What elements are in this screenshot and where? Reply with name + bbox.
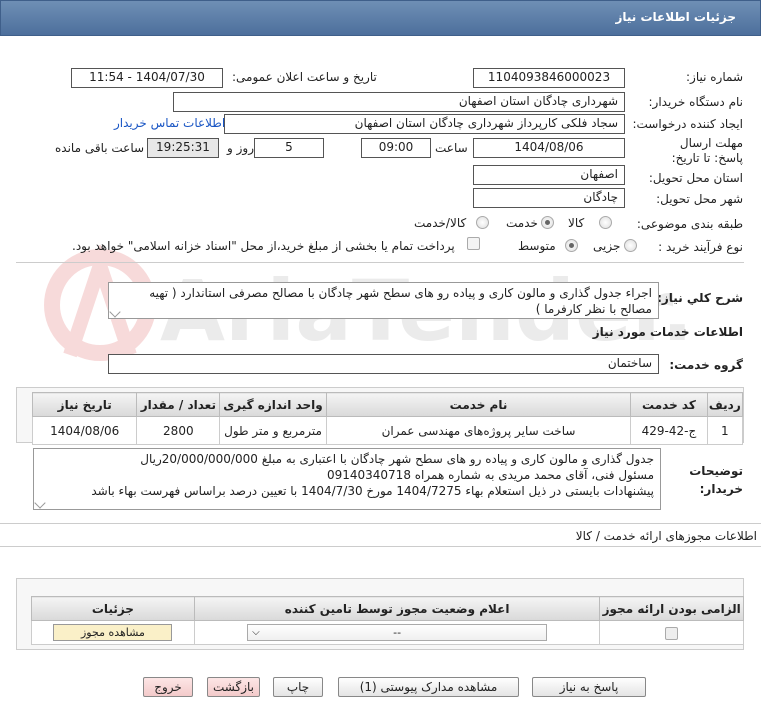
deadline-date-field: 1404/08/06: [473, 138, 625, 158]
page-title: جزئیات اطلاعات نیاز: [615, 10, 736, 24]
cell-permit-details: مشاهده مجوز: [31, 620, 195, 645]
col-permit-required: الزامی بودن ارائه مجوز: [599, 596, 744, 621]
remaining-label: ساعت باقی مانده: [55, 141, 145, 155]
cell-service-name: ساخت سایر پروژه‌های مهندسی عمران: [325, 416, 632, 445]
days-label: روز و: [227, 141, 254, 155]
announce-label: تاریخ و ساعت اعلان عمومی:: [232, 70, 377, 84]
category-radio-goods[interactable]: [599, 215, 612, 229]
buyer-notes-line-3: پیشنهادات بایستی در ذیل استعلام بهاء 140…: [91, 484, 654, 498]
col-service-name: نام خدمت: [325, 392, 632, 417]
remaining-time-field: 19:25:31: [147, 138, 219, 158]
col-permit-details: جزئیات: [31, 596, 195, 621]
divider: [16, 262, 744, 263]
chevron-down-icon: ⌵: [252, 627, 260, 638]
category-goods-label: کالا: [568, 216, 585, 230]
col-unit: واحد اندازه گیری: [219, 392, 327, 417]
cell-permit-status: -- ⌵: [193, 620, 601, 645]
requester-label: ایجاد کننده درخواست:: [632, 117, 743, 131]
requester-field: سجاد فلکی کارپرداز شهرداری چادگان استان …: [224, 114, 625, 134]
permit-status-value: --: [393, 626, 402, 639]
need-number-label: شماره نیاز:: [686, 70, 743, 84]
category-radio-service[interactable]: [541, 215, 554, 229]
col-permit-status: اعلام وضعیت مجوز توسط تامین کننده: [193, 596, 601, 621]
table-row: -- ⌵ مشاهده مجوز: [31, 620, 744, 645]
buyer-notes-label: توضیحات خریدار:: [689, 464, 743, 496]
description-text: اجراء جدول گذاری و مالون کاری و پیاده رو…: [149, 286, 652, 316]
category-service-label: خدمت: [506, 216, 538, 230]
contact-buyer-link[interactable]: اطلاعات تماس خریدار: [114, 116, 225, 130]
category-radio-goods-service[interactable]: [476, 215, 489, 229]
cell-quantity: 2800: [136, 416, 221, 445]
permit-required-checkbox: [665, 626, 679, 640]
province-field: اصفهان: [473, 165, 625, 185]
print-button[interactable]: چاپ: [273, 677, 323, 697]
city-field: چادگان: [473, 188, 625, 208]
deadline-time-label: ساعت: [435, 141, 468, 155]
services-table: ردیف کد خدمت نام خدمت واحد اندازه گیری ت…: [31, 392, 744, 445]
buyer-notes-line-2: مسئول فنی، آقای محمد مریدی به شماره همرا…: [326, 468, 654, 482]
back-button[interactable]: بازگشت: [207, 677, 260, 697]
table-row: 1 ج-42-429 ساخت سایر پروژه‌های مهندسی عم…: [31, 416, 744, 445]
treasury-payment-note: پرداخت تمام یا بخشی از مبلغ خرید،از محل …: [72, 239, 455, 253]
buyer-org-field: شهرداری چادگان استان اصفهان: [173, 92, 625, 112]
view-permit-button[interactable]: مشاهده مجوز: [53, 624, 173, 641]
need-number-field: 1104093846000023: [473, 68, 625, 88]
cell-service-code: ج-42-429: [630, 416, 708, 445]
process-medium-label: متوسط: [518, 239, 556, 253]
treasury-payment-checkbox[interactable]: [467, 237, 480, 253]
category-goods-service-label: کالا/خدمت: [414, 216, 467, 230]
buyer-notes-textarea[interactable]: جدول گذاری و مالون کاری و پیاده رو های س…: [33, 448, 661, 510]
buyer-notes-line-1: جدول گذاری و مالون کاری و پیاده رو های س…: [140, 452, 654, 466]
resize-grip-icon[interactable]: [34, 497, 46, 509]
cell-row: 1: [706, 416, 744, 445]
services-section-title: اطلاعات خدمات مورد نیاز: [592, 325, 743, 339]
cell-permit-required: [599, 620, 744, 645]
category-label: طبقه بندی موضوعی:: [636, 217, 743, 231]
city-label: شهر محل تحویل:: [656, 192, 743, 206]
view-attachments-button[interactable]: مشاهده مدارک پیوستی (1): [338, 677, 519, 697]
reply-button[interactable]: پاسخ به نیاز: [532, 677, 646, 697]
col-need-date: تاریخ نیاز: [31, 392, 138, 417]
exit-button[interactable]: خروج: [143, 677, 193, 697]
service-group-field: ساختمان: [108, 354, 659, 374]
resize-grip-icon[interactable]: [109, 306, 121, 318]
deadline-time-field: 09:00: [361, 138, 431, 158]
deadline-label: مهلت ارسال پاسخ: تا تاریخ:: [671, 136, 743, 165]
announce-field: 1404/07/30 - 11:54: [71, 68, 223, 88]
process-label: نوع فرآیند خرید :: [658, 240, 743, 254]
province-label: استان محل تحویل:: [648, 171, 743, 185]
buyer-org-label: نام دستگاه خریدار:: [648, 95, 744, 109]
description-label: شرح کلي نياز:: [657, 291, 743, 305]
process-radio-minor[interactable]: [624, 238, 637, 252]
process-minor-label: جزیی: [593, 239, 621, 253]
col-row: ردیف: [706, 392, 744, 417]
divider: [0, 546, 761, 547]
col-service-code: کد خدمت: [630, 392, 708, 417]
divider: [0, 523, 761, 524]
permits-section-title: اطلاعات مجوزهای ارائه خدمت / کالا: [575, 529, 757, 543]
process-radio-medium[interactable]: [565, 238, 578, 252]
permit-status-select[interactable]: -- ⌵: [247, 624, 548, 641]
days-field: 5: [254, 138, 324, 158]
col-quantity: تعداد / مقدار: [136, 392, 221, 417]
description-textarea[interactable]: اجراء جدول گذاری و مالون کاری و پیاده رو…: [108, 282, 659, 319]
cell-need-date: 1404/08/06: [31, 416, 138, 445]
service-group-label: گروه خدمت:: [669, 358, 743, 372]
permits-table: الزامی بودن ارائه مجوز اعلام وضعیت مجوز …: [31, 596, 744, 645]
cell-unit: مترمربع و متر طول: [219, 416, 327, 445]
page-header: جزئیات اطلاعات نیاز: [0, 0, 761, 36]
